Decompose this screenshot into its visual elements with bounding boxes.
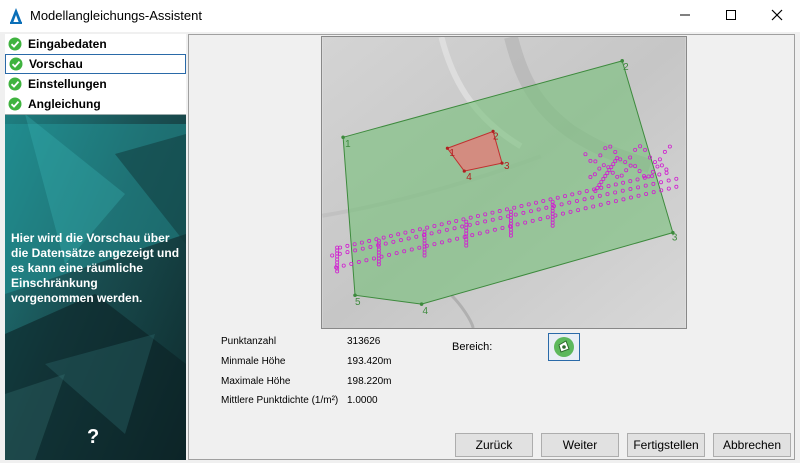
stat-label-max-hoehe: Maximale Höhe	[221, 376, 291, 387]
bereich-select-button[interactable]	[548, 333, 580, 361]
step-description: Hier wird die Vorschau über die Datensät…	[11, 231, 180, 305]
stat-value-punktanzahl: 313626	[347, 336, 381, 347]
step-einstellungen[interactable]: Einstellungen	[5, 74, 186, 94]
close-button[interactable]	[754, 0, 800, 30]
next-button[interactable]: Weiter	[541, 433, 619, 457]
step-vorschau[interactable]: Vorschau	[5, 54, 186, 74]
outer-vertex-label: 5	[355, 297, 361, 308]
check-icon	[9, 57, 23, 71]
title-bar: Modellangleichungs-Assistent	[0, 0, 800, 32]
stat-label-punktdichte: Mittlere Punktdichte (1/m²)	[221, 395, 339, 406]
inner-vertex-label: 1	[449, 148, 455, 159]
help-icon[interactable]: ?	[87, 426, 99, 449]
minimize-button[interactable]	[662, 0, 708, 30]
cancel-button[interactable]: Abbrechen	[713, 433, 791, 457]
stat-value-punktdichte: 1.0000	[347, 395, 378, 406]
back-button[interactable]: Zurück	[455, 433, 533, 457]
stat-value-max-hoehe: 198.220m	[347, 376, 392, 387]
check-icon	[8, 77, 22, 90]
close-icon	[771, 9, 783, 21]
step-label: Angleichung	[28, 96, 101, 111]
wizard-sidebar: Eingabedaten Vorschau Einstellungen Angl…	[5, 34, 186, 460]
check-icon	[8, 97, 22, 110]
finish-button[interactable]: Fertigstellen	[627, 433, 705, 457]
stat-value-min-hoehe: 193.420m	[347, 356, 392, 367]
polygon-area-icon	[554, 337, 574, 357]
bereich-label: Bereich:	[452, 341, 493, 353]
inner-vertex-label: 2	[493, 131, 499, 142]
maximize-icon	[726, 10, 736, 20]
outer-vertex-label: 2	[623, 62, 629, 73]
minimize-icon	[680, 14, 690, 16]
step-label: Vorschau	[29, 57, 83, 71]
outer-vertex-label: 4	[423, 306, 429, 317]
inner-vertex-label: 3	[504, 161, 510, 172]
preview-map[interactable]: 1 2 3 4 5 1 2 3 4	[321, 36, 687, 329]
window-title: Modellangleichungs-Assistent	[30, 8, 202, 23]
outer-vertex-label: 3	[672, 233, 678, 244]
outer-vertex-label: 1	[345, 139, 351, 150]
step-label: Eingabedaten	[28, 36, 107, 51]
check-icon	[8, 37, 22, 50]
step-angleichung[interactable]: Angleichung	[5, 94, 186, 114]
inner-vertex-label: 4	[466, 172, 472, 183]
autodesk-app-icon	[10, 8, 22, 24]
maximize-button[interactable]	[708, 0, 754, 30]
stat-label-punktanzahl: Punktanzahl	[221, 336, 277, 347]
step-eingabedaten[interactable]: Eingabedaten	[5, 34, 186, 54]
wizard-steps: Eingabedaten Vorschau Einstellungen Angl…	[5, 34, 186, 115]
step-label: Einstellungen	[28, 76, 107, 91]
stat-label-min-hoehe: Minmale Höhe	[221, 356, 286, 367]
